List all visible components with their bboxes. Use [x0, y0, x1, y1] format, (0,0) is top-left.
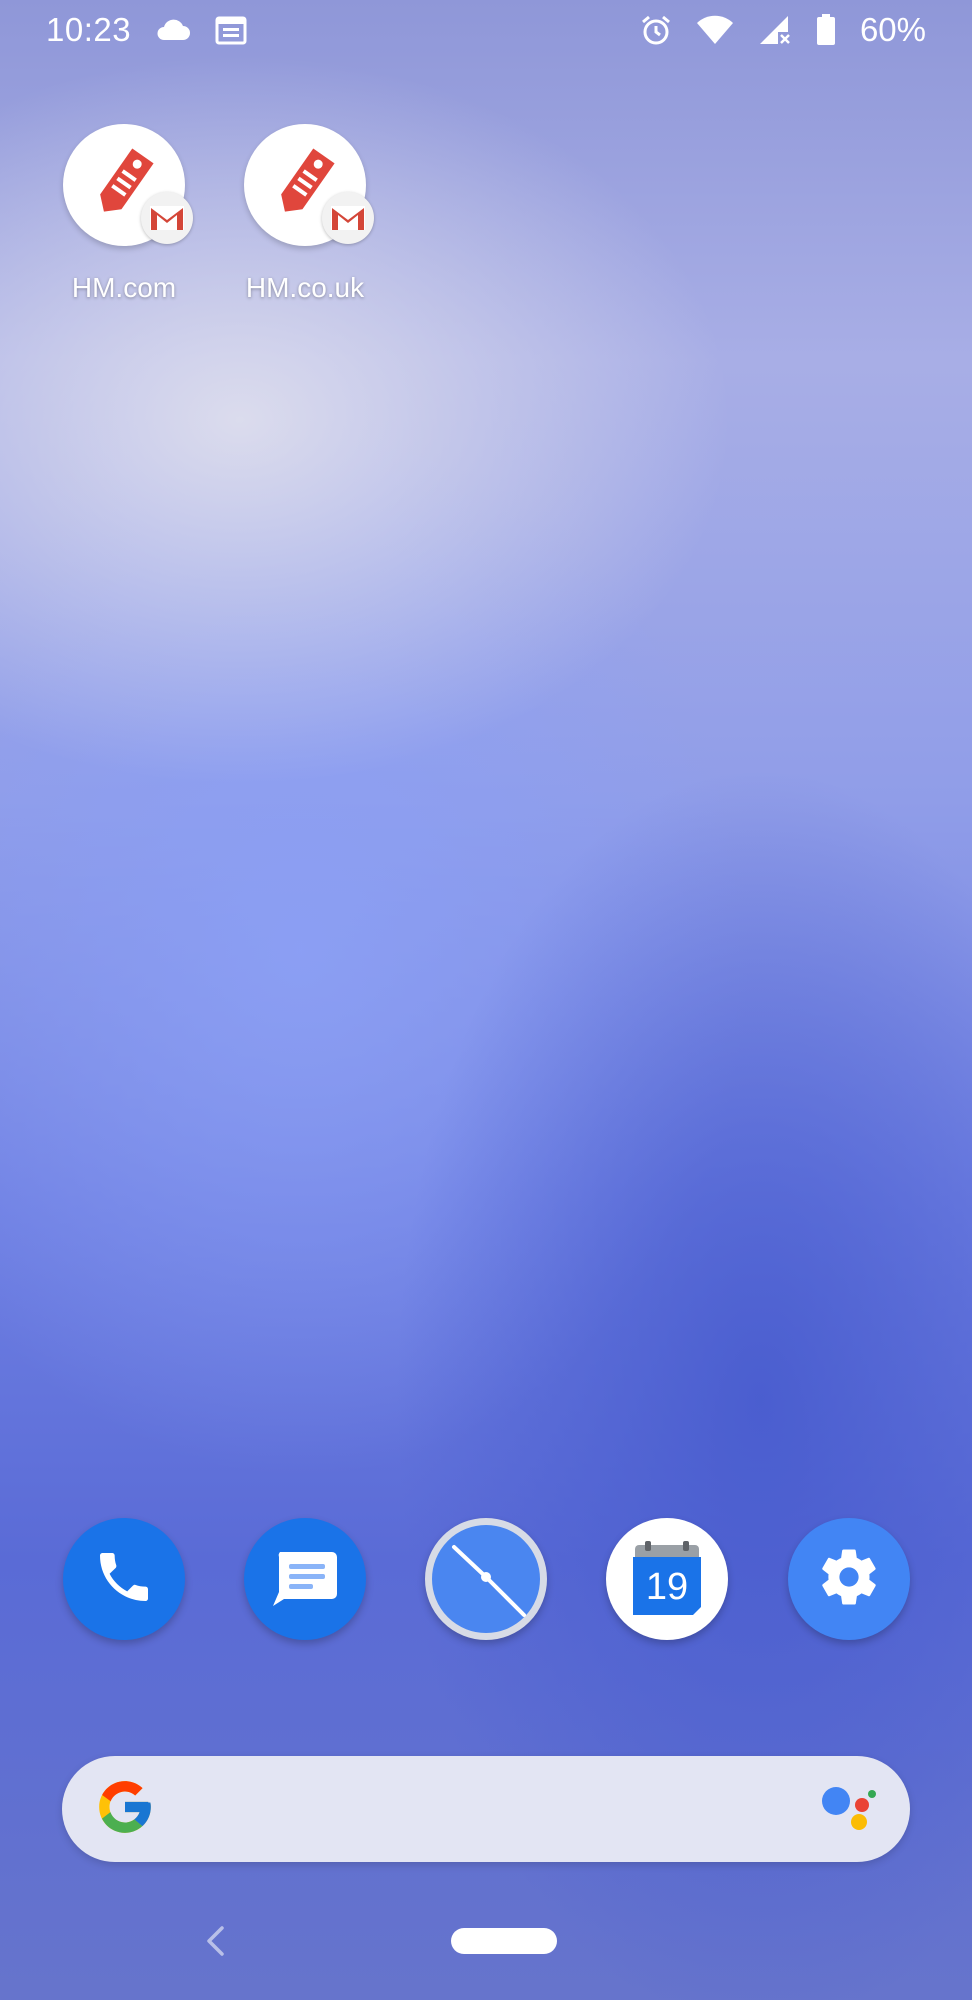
dock-clock-button[interactable]: [425, 1518, 547, 1640]
nav-home-pill[interactable]: [451, 1928, 557, 1954]
alarm-icon: [640, 14, 672, 46]
clock-icon: [432, 1523, 540, 1636]
gmail-badge-icon: [322, 192, 374, 244]
calendar-day: 19: [645, 1566, 689, 1608]
nav-back-button[interactable]: [202, 1924, 228, 1963]
status-bar: 10:23 60%: [0, 0, 972, 60]
dock-settings-button[interactable]: [788, 1518, 910, 1640]
dock-messages-button[interactable]: [244, 1518, 366, 1640]
settings-icon: [816, 1544, 882, 1615]
status-left: 10:23: [46, 11, 247, 49]
status-time: 10:23: [46, 11, 132, 48]
battery-percent: 60%: [859, 11, 926, 48]
calendar-notification-icon: [215, 15, 247, 45]
phone-icon: [92, 1545, 156, 1614]
dock-calendar-button[interactable]: 19: [606, 1518, 728, 1640]
calendar-icon: 19: [627, 1539, 707, 1619]
signal-no-service-icon: [758, 14, 792, 46]
app-icon-circle[interactable]: [244, 124, 374, 246]
google-search-bar[interactable]: [62, 1756, 910, 1862]
app-icon-circle[interactable]: [63, 124, 193, 246]
cloud-icon: [155, 18, 191, 42]
google-g-icon[interactable]: [94, 1776, 156, 1843]
google-assistant-icon[interactable]: [818, 1781, 878, 1838]
app-label: HM.com: [71, 272, 177, 303]
app-shortcut-hm-com[interactable]: HM.com: [44, 124, 204, 304]
status-right: 60%: [640, 11, 926, 49]
app-shortcut-hm-co-uk[interactable]: HM.co.uk: [225, 124, 385, 304]
battery-icon: [816, 14, 836, 46]
wifi-icon: [696, 15, 734, 45]
dock-phone-button[interactable]: [63, 1518, 185, 1640]
app-label: HM.co.uk: [245, 272, 365, 303]
gmail-badge-icon: [141, 192, 193, 244]
messages-icon: [270, 1546, 340, 1613]
